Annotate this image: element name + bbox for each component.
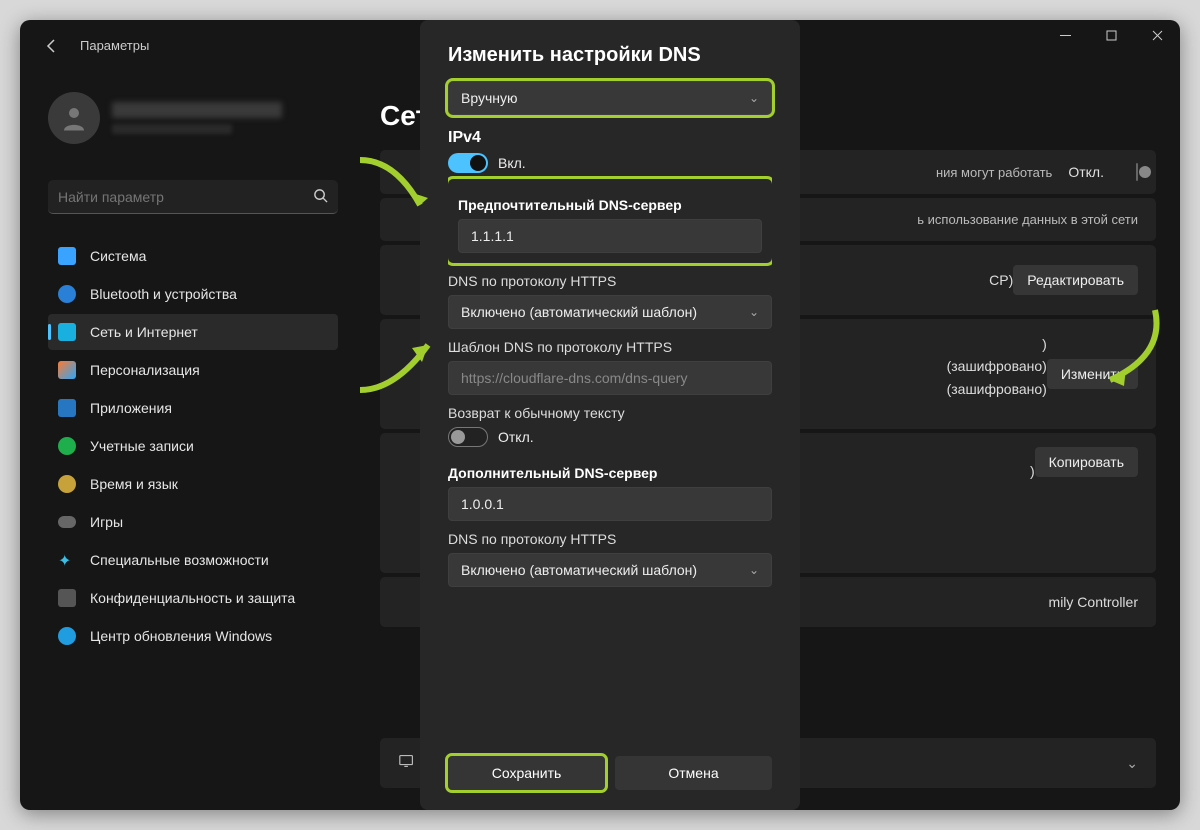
sidebar-item-label: Учетные записи: [90, 438, 194, 454]
gamepad-icon: [58, 513, 76, 531]
settings-window: Параметры Система Bluetooth и устройства…: [20, 20, 1180, 810]
sidebar-item-apps[interactable]: Приложения: [48, 390, 338, 426]
back-button[interactable]: [44, 38, 60, 59]
window-controls: [1042, 20, 1180, 50]
metered-state: Откл.: [1068, 164, 1104, 180]
paintbrush-icon: [58, 361, 76, 379]
minimize-button[interactable]: [1042, 20, 1088, 50]
alt-dns-label: Дополнительный DNS-сервер: [448, 465, 772, 481]
template-input: https://cloudflare-dns.com/dns-query: [448, 361, 772, 395]
toggle-off-icon[interactable]: [1136, 164, 1138, 180]
dialog-title: Изменить настройки DNS: [448, 44, 772, 67]
sidebar-item-system[interactable]: Система: [48, 238, 338, 274]
chevron-down-icon: ⌄: [749, 563, 759, 577]
preferred-dns-input[interactable]: 1.1.1.1: [458, 219, 762, 253]
person-icon: [58, 437, 76, 455]
sidebar-item-privacy[interactable]: Конфиденциальность и защита: [48, 580, 338, 616]
update-icon: [58, 627, 76, 645]
accessibility-icon: ✦: [58, 551, 76, 569]
sidebar-item-label: Время и язык: [90, 476, 178, 492]
sidebar-item-accounts[interactable]: Учетные записи: [48, 428, 338, 464]
save-button[interactable]: Сохранить: [448, 756, 605, 790]
close-button[interactable]: [1134, 20, 1180, 50]
avatar-icon: [48, 92, 100, 144]
doh2-label: DNS по протоколу HTTPS: [448, 531, 772, 547]
maximize-button[interactable]: [1088, 20, 1134, 50]
system-icon: [58, 247, 76, 265]
apps-icon: [58, 399, 76, 417]
ipv4-toggle-label: Вкл.: [498, 155, 526, 171]
bluetooth-icon: [58, 285, 76, 303]
sidebar-item-gaming[interactable]: Игры: [48, 504, 338, 540]
ipv4-toggle[interactable]: [448, 153, 488, 173]
sidebar-item-label: Игры: [90, 514, 123, 530]
sidebar-item-label: Специальные возможности: [90, 552, 269, 568]
dns-dialog: Изменить настройки DNS Вручную ⌄ IPv4 Вк…: [420, 20, 800, 810]
profile-text: [112, 102, 282, 134]
shield-icon: [58, 589, 76, 607]
sidebar-item-label: Система: [90, 248, 146, 264]
sidebar-item-network[interactable]: Сеть и Интернет: [48, 314, 338, 350]
sidebar-item-label: Конфиденциальность и защита: [90, 590, 295, 606]
wifi-icon: [58, 323, 76, 341]
alt-dns-input[interactable]: 1.0.0.1: [448, 487, 772, 521]
preferred-dns-label: Предпочтительный DNS-сервер: [458, 197, 762, 213]
search-input[interactable]: [58, 189, 313, 205]
sidebar-nav: Система Bluetooth и устройства Сеть и Ин…: [48, 238, 338, 654]
search-box[interactable]: [48, 180, 338, 214]
sidebar-item-label: Приложения: [90, 400, 172, 416]
sidebar-item-label: Персонализация: [90, 362, 200, 378]
copy-button[interactable]: Копировать: [1035, 447, 1138, 477]
sidebar-item-label: Центр обновления Windows: [90, 628, 272, 644]
datalimit-text: ь использование данных в этой сети: [917, 212, 1138, 227]
doh2-value: Включено (автоматический шаблон): [461, 562, 697, 578]
search-icon: [313, 188, 328, 206]
sidebar-item-time[interactable]: Время и язык: [48, 466, 338, 502]
cancel-button[interactable]: Отмена: [615, 756, 772, 790]
fallback-label: Возврат к обычному тексту: [448, 405, 772, 421]
fallback-toggle-label: Откл.: [498, 429, 534, 445]
doh-value: Включено (автоматический шаблон): [461, 304, 697, 320]
ipv4-heading: IPv4: [448, 129, 772, 147]
clock-icon: [58, 475, 76, 493]
doh2-select[interactable]: Включено (автоматический шаблон) ⌄: [448, 553, 772, 587]
chevron-down-icon: ⌄: [749, 305, 759, 319]
template-label: Шаблон DNS по протоколу HTTPS: [448, 339, 772, 355]
doh-label: DNS по протоколу HTTPS: [448, 273, 772, 289]
sidebar-item-bluetooth[interactable]: Bluetooth и устройства: [48, 276, 338, 312]
chevron-down-icon: ⌄: [749, 91, 759, 105]
edit-ip-button[interactable]: Редактировать: [1013, 265, 1138, 295]
sidebar-item-update[interactable]: Центр обновления Windows: [48, 618, 338, 654]
app-title: Параметры: [80, 38, 149, 53]
fallback-toggle[interactable]: [448, 427, 488, 447]
help-icon: [398, 752, 416, 775]
dns-mode-value: Вручную: [461, 90, 518, 106]
sidebar-item-personalization[interactable]: Персонализация: [48, 352, 338, 388]
dns-mode-select[interactable]: Вручную ⌄: [448, 81, 772, 115]
doh-select[interactable]: Включено (автоматический шаблон) ⌄: [448, 295, 772, 329]
profile-block[interactable]: [48, 92, 282, 144]
sidebar-item-label: Сеть и Интернет: [90, 324, 198, 340]
sidebar-item-accessibility[interactable]: ✦ Специальные возможности: [48, 542, 338, 578]
chevron-down-icon: ⌄: [1126, 755, 1138, 772]
sidebar-item-label: Bluetooth и устройства: [90, 286, 237, 302]
edit-dns-button[interactable]: Изменить: [1047, 359, 1138, 389]
